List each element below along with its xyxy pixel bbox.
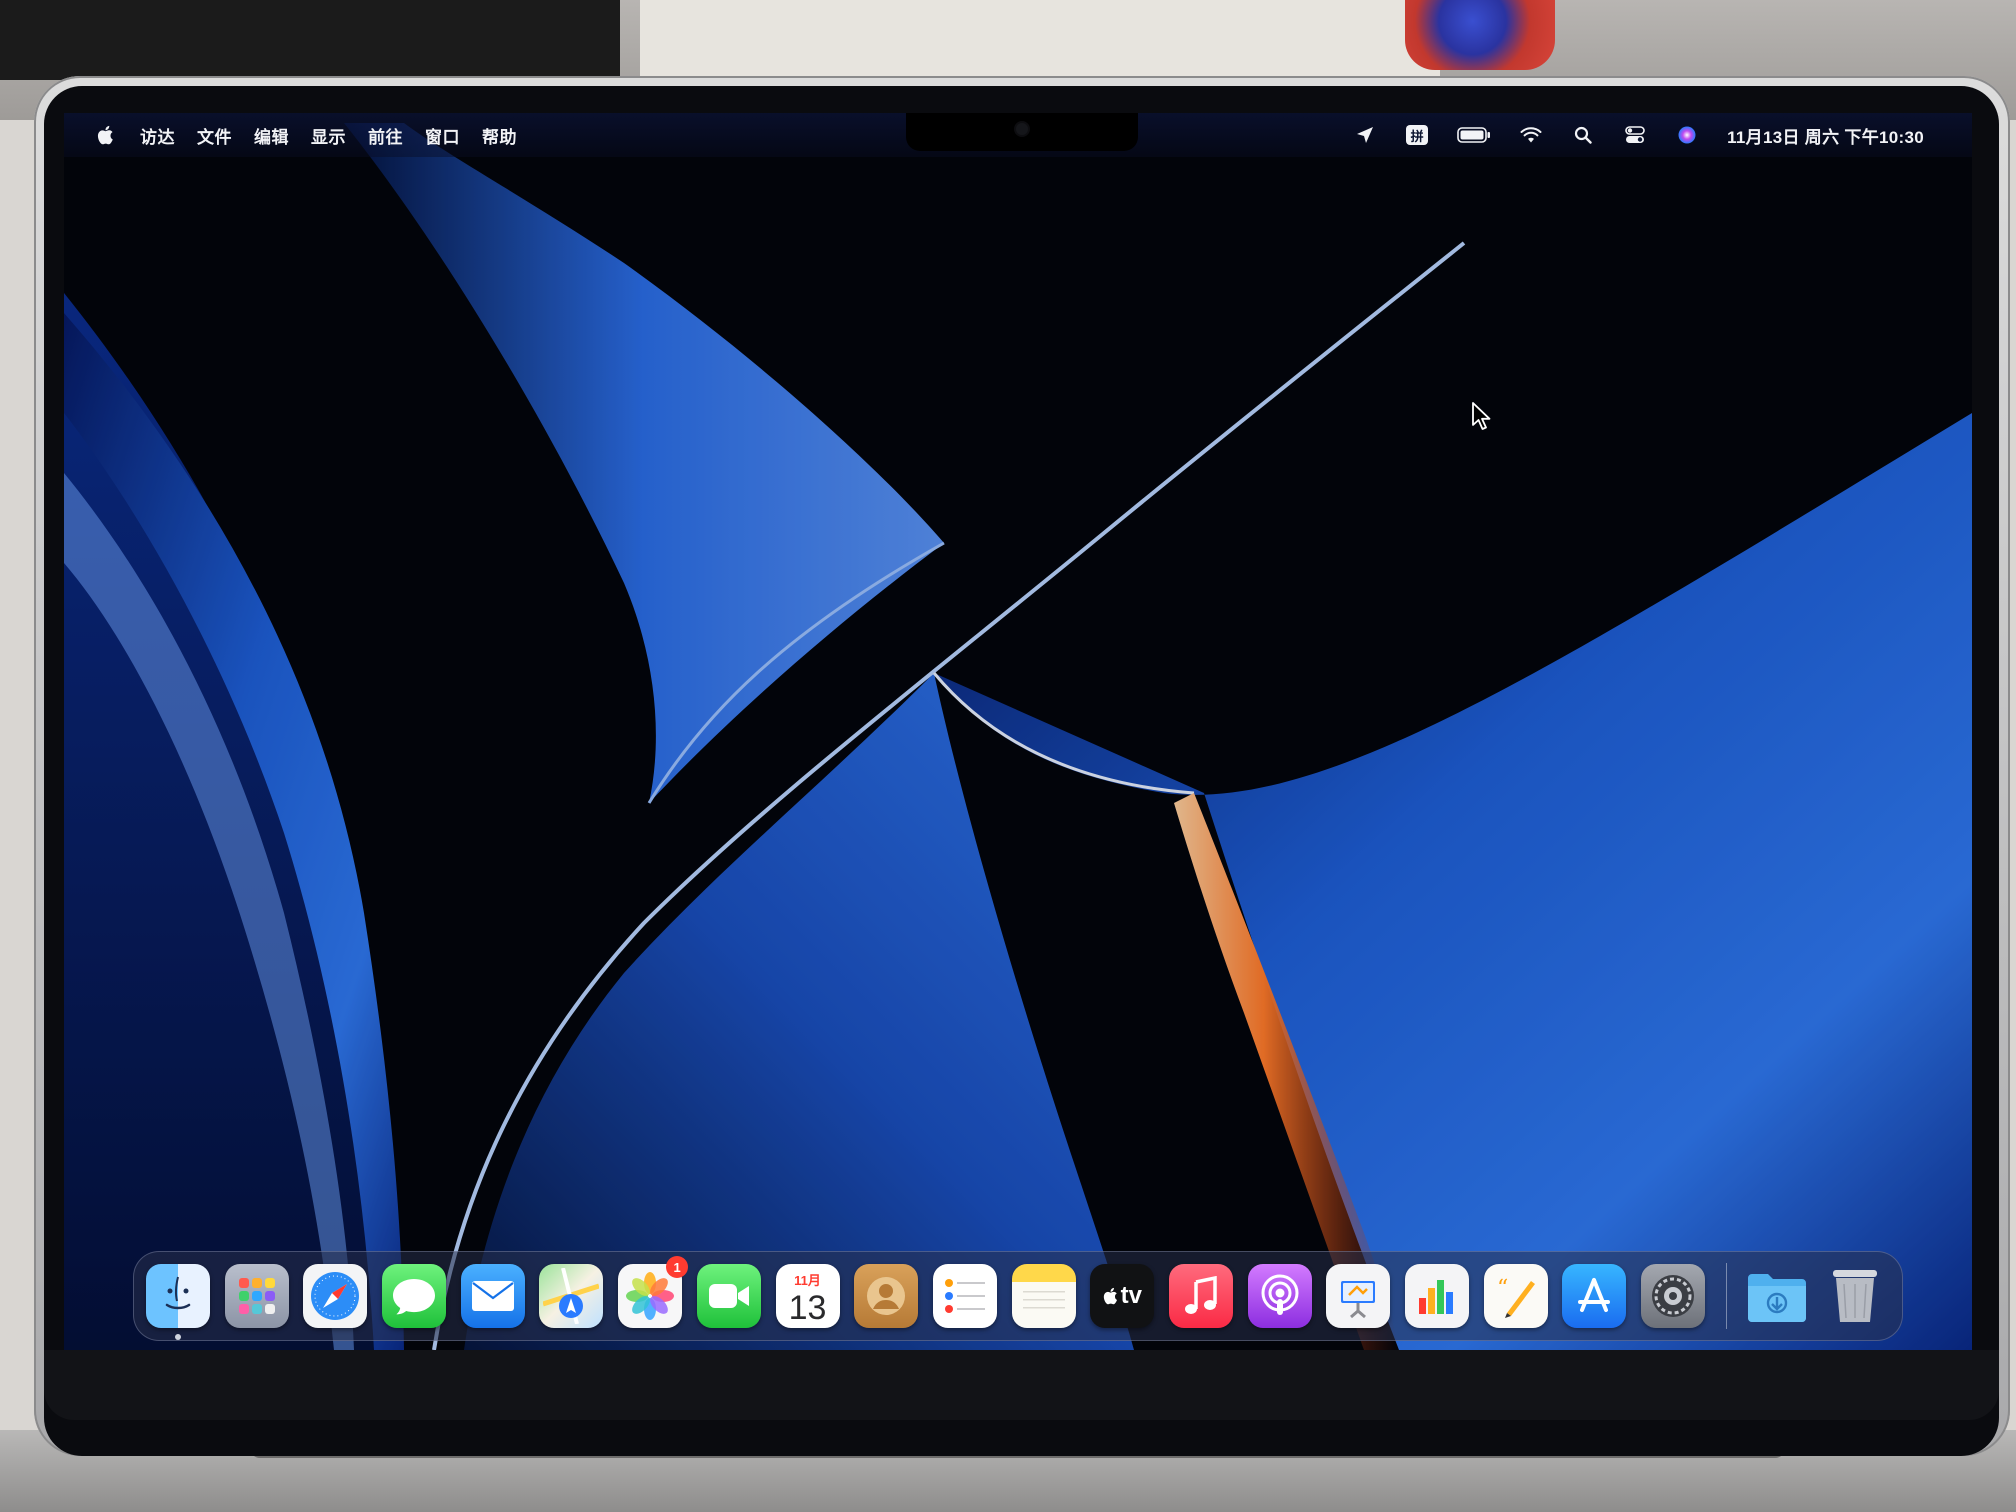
maps-icon[interactable]: [539, 1264, 604, 1328]
system-preferences-icon[interactable]: [1641, 1264, 1706, 1328]
photos-badge: 1: [666, 1256, 689, 1278]
screen-bottom-bezel: [44, 1350, 1999, 1420]
spotlight-search-icon[interactable]: [1571, 123, 1595, 147]
facetime-icon[interactable]: [696, 1264, 761, 1328]
background-monitor: [0, 0, 620, 80]
notes-icon[interactable]: [1011, 1264, 1076, 1328]
menu-help[interactable]: 帮助: [482, 123, 517, 148]
siri-icon[interactable]: [1675, 123, 1699, 147]
calendar-icon[interactable]: 11月 13: [775, 1264, 840, 1328]
finder-icon[interactable]: [146, 1264, 210, 1340]
trash-icon[interactable]: [1823, 1264, 1887, 1328]
safari-icon[interactable]: [303, 1264, 368, 1328]
svg-text:“: “: [1497, 1276, 1508, 1301]
keynote-icon[interactable]: [1326, 1264, 1391, 1328]
camera-notch: [906, 113, 1138, 151]
finder-running-indicator: [175, 1334, 181, 1340]
background-wall: [640, 0, 1440, 85]
menu-window[interactable]: 窗口: [425, 123, 460, 148]
wifi-icon[interactable]: [1519, 123, 1543, 147]
apple-tv-label: tv: [1120, 1282, 1142, 1309]
music-icon[interactable]: [1168, 1264, 1233, 1328]
calendar-day: 13: [788, 1289, 827, 1327]
pages-icon[interactable]: “: [1483, 1264, 1548, 1328]
apple-logo-icon[interactable]: [94, 123, 118, 147]
background-figurine: [1405, 0, 1555, 70]
menu-view[interactable]: 显示: [311, 123, 346, 148]
menu-finder[interactable]: 访达: [140, 123, 175, 148]
menu-go[interactable]: 前往: [368, 123, 403, 148]
mail-icon[interactable]: [460, 1264, 525, 1328]
contacts-icon[interactable]: [854, 1264, 919, 1328]
mouse-pointer-icon: [1472, 402, 1491, 430]
app-store-icon[interactable]: [1562, 1264, 1627, 1328]
menu-edit[interactable]: 编辑: [254, 123, 289, 148]
messages-icon[interactable]: [382, 1264, 447, 1328]
menu-file[interactable]: 文件: [197, 123, 232, 148]
menubar-clock[interactable]: 11月13日 周六 下午10:30: [1727, 123, 1924, 148]
desktop-screen[interactable]: 访达 文件 编辑 显示 前往 窗口 帮助 拼 11月13日 周六 下午10:30…: [64, 113, 1972, 1350]
calendar-month: 11月: [794, 1273, 821, 1288]
downloads-folder-icon[interactable]: [1745, 1264, 1809, 1328]
desktop-wallpaper: [64, 113, 1972, 1350]
dock-separator: [1725, 1263, 1727, 1329]
podcasts-icon[interactable]: [1247, 1264, 1312, 1328]
photos-icon[interactable]: 1: [618, 1256, 689, 1328]
location-arrow-icon[interactable]: [1353, 123, 1377, 147]
dock: 1 11月 13 tv “: [133, 1251, 1903, 1341]
launchpad-icon[interactable]: [224, 1264, 289, 1328]
reminders-icon[interactable]: [932, 1264, 997, 1328]
input-method-icon[interactable]: 拼: [1405, 123, 1429, 147]
control-center-icon[interactable]: [1623, 123, 1647, 147]
apple-tv-icon[interactable]: tv: [1090, 1264, 1155, 1328]
battery-icon[interactable]: [1457, 123, 1491, 147]
camera-lens: [1016, 123, 1028, 135]
numbers-icon[interactable]: [1405, 1264, 1469, 1328]
input-method-label: 拼: [1406, 125, 1429, 145]
